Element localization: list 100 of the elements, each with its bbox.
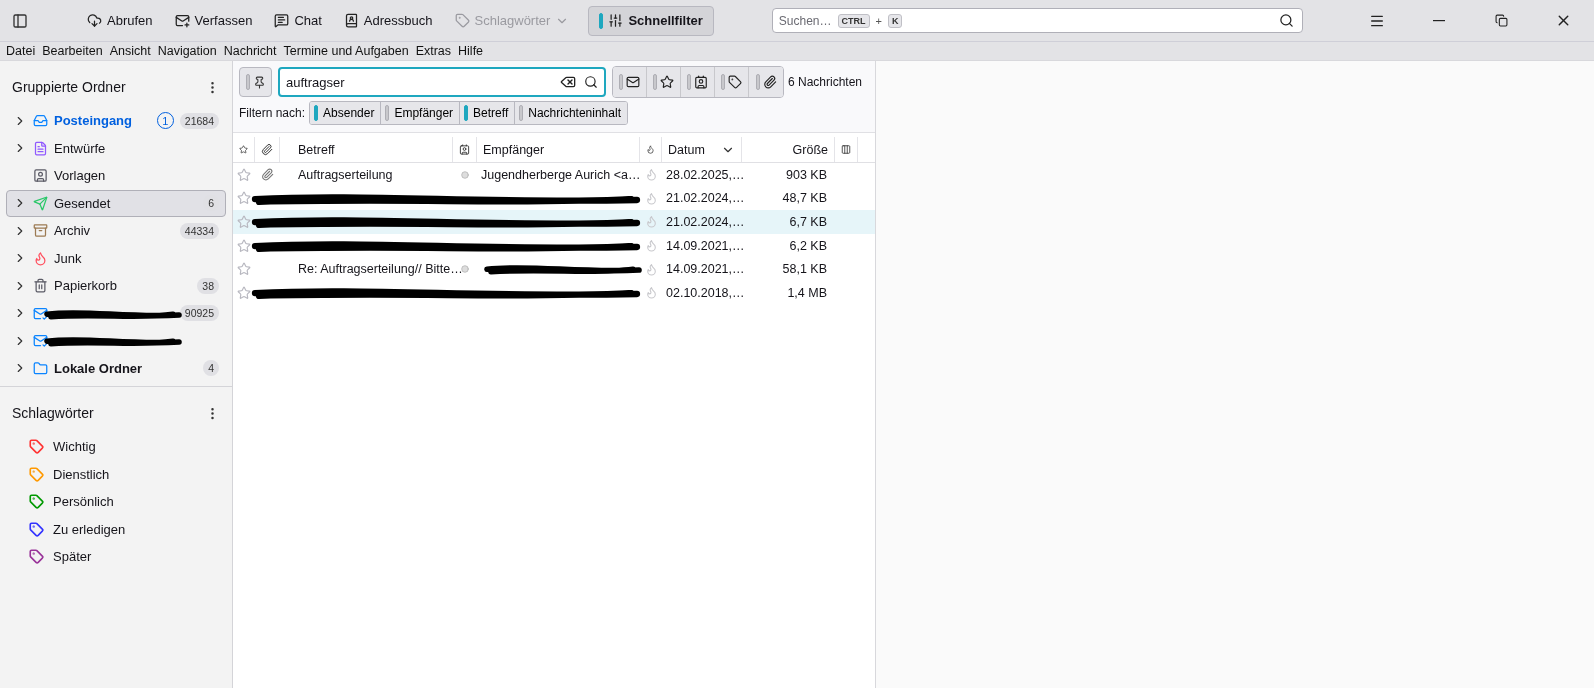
tag-name: Später <box>53 549 92 565</box>
column-header[interactable]: Datum <box>668 142 705 157</box>
sliders-icon <box>608 13 624 28</box>
read-dot-icon[interactable] <box>461 170 469 179</box>
filter-option-button[interactable]: Nachrichteninhalt <box>515 102 627 124</box>
folder-item[interactable]: Junk <box>6 244 226 272</box>
table-cell: 21.02.2024,… <box>666 191 745 206</box>
menu-item[interactable]: Datei <box>6 44 36 58</box>
message-count: 21684 <box>179 112 219 129</box>
template-icon <box>33 168 48 184</box>
message-row[interactable]: 21.02.2024,… 48,7 KB <box>233 186 875 211</box>
read-dot-icon[interactable] <box>461 265 469 274</box>
table-cell: 48,7 KB <box>782 191 827 206</box>
message-row[interactable]: 14.09.2021,… 6,2 KB <box>233 233 875 258</box>
paperclip-icon <box>762 75 777 89</box>
filter-option-button[interactable]: Betreff <box>460 102 516 124</box>
tag-item[interactable]: Wichtig <box>0 433 232 461</box>
filter-toggle-button[interactable] <box>749 67 783 97</box>
star-icon[interactable] <box>237 285 251 300</box>
message-row[interactable]: Re: Auftragserteilung// Bitte… 14.09.2021,… 58,1 KB <box>233 257 875 281</box>
mail-account-icon <box>33 305 48 321</box>
column-header[interactable]: Größe <box>792 142 828 157</box>
table-cell: Re: Auftragserteilung// Bitte… <box>298 262 463 277</box>
star-icon[interactable] <box>237 215 251 229</box>
table-cell: 21.02.2024,… <box>666 215 745 229</box>
search-field[interactable]: Suchen… CTRL + K <box>771 8 1303 33</box>
star-icon <box>660 75 674 89</box>
toolbar-button[interactable]: Schnellfilter <box>588 5 714 36</box>
menu-item[interactable]: Ansicht <box>109 44 151 58</box>
message-row[interactable]: 21.02.2024,… 6,7 KB <box>233 210 875 234</box>
table-cell: 28.02.2025,… <box>666 167 745 182</box>
pin-button[interactable] <box>239 67 272 97</box>
table-cell: 14.09.2021,… <box>666 262 745 277</box>
message-row[interactable]: Auftragserteilung Jugendherberge Aurich <a… 28.02.2025,… 903 KB <box>233 163 875 187</box>
filter-option-button[interactable]: Absender <box>310 102 382 124</box>
folder-name: Posteingang <box>54 113 133 129</box>
search-icon <box>1278 13 1294 28</box>
paperclip-icon[interactable] <box>261 143 273 156</box>
toolbar-button[interactable]: Chat <box>263 5 333 36</box>
folder-item[interactable]: Posteingang 1 21684 <box>6 107 226 135</box>
star-icon[interactable] <box>239 143 248 156</box>
star-icon[interactable] <box>237 238 251 253</box>
quick-filter-input[interactable]: auftragser <box>286 74 552 90</box>
folder-name: Archiv <box>54 223 92 239</box>
tag-item[interactable]: Zu erledigen <box>0 515 232 543</box>
pin-icon <box>252 75 266 89</box>
archive-box-icon <box>33 223 48 239</box>
tag-item[interactable]: Später <box>0 543 232 571</box>
toggle-indicator <box>619 74 623 90</box>
message-count: 6 Nachrichten <box>788 75 863 89</box>
tag-name: Dienstlich <box>53 466 110 482</box>
message-row[interactable]: 02.10.2018,… 1,4 MB <box>233 280 875 305</box>
clear-icon[interactable] <box>560 74 576 90</box>
filter-toggle-button[interactable] <box>613 67 647 97</box>
folder-item[interactable]: Papierkorb 38 <box>6 272 226 300</box>
star-icon[interactable] <box>237 167 251 182</box>
pane-title: Schlagwörter <box>12 405 94 421</box>
folder-item[interactable]: Vorlagen <box>6 162 226 190</box>
tag-icon <box>454 13 470 28</box>
menu-item[interactable]: Extras <box>415 44 452 58</box>
inbox-icon <box>33 113 48 129</box>
toolbar-button[interactable]: Abrufen <box>76 5 164 36</box>
address-book-icon <box>343 13 359 28</box>
toolbar-button[interactable]: Verfassen <box>163 5 264 36</box>
tag-item[interactable]: Persönlich <box>0 488 232 516</box>
column-header[interactable]: Empfänger <box>483 142 545 157</box>
column-picker-icon[interactable] <box>841 143 851 156</box>
filter-option-button[interactable]: Empfänger <box>381 102 461 124</box>
star-icon[interactable] <box>237 191 251 206</box>
menu-item[interactable]: Navigation <box>157 44 217 58</box>
restore-icon <box>1494 14 1508 27</box>
filter-toggle-button[interactable] <box>647 67 681 97</box>
folder-item[interactable]: Gesendet 6 <box>6 189 226 217</box>
folder-pane-icon[interactable] <box>12 12 28 29</box>
folder-item[interactable]: Lokale Ordner 4 <box>6 354 226 382</box>
menu-item[interactable]: Bearbeiten <box>42 44 103 58</box>
folder-item[interactable]: 90925 <box>6 299 226 327</box>
quick-filter-box[interactable]: auftragser <box>278 67 606 97</box>
menu-item[interactable]: Termine und Aufgaben <box>283 44 409 58</box>
toolbar-button[interactable]: Adressbuch <box>332 5 444 36</box>
star-icon[interactable] <box>237 262 251 277</box>
flame-icon[interactable] <box>646 143 655 156</box>
mail-account-icon <box>33 333 48 349</box>
message-count: 38 <box>197 277 219 294</box>
tag-name: Wichtig <box>53 439 96 455</box>
filter-toggle-button[interactable] <box>715 67 749 97</box>
folder-name: Lokale Ordner <box>54 360 144 376</box>
filter-label: Filtern nach: <box>239 106 306 120</box>
menu-item[interactable]: Hilfe <box>458 44 484 58</box>
folder-item[interactable]: Archiv 44334 <box>6 217 226 245</box>
column-header[interactable]: Betreff <box>298 142 335 157</box>
table-cell: 14.09.2021,… <box>666 238 745 253</box>
contact-card-icon <box>694 75 708 89</box>
toggle-indicator <box>687 74 691 90</box>
folder-name: Papierkorb <box>54 278 118 294</box>
filter-toggle-button[interactable] <box>681 67 715 97</box>
tag-item[interactable]: Dienstlich <box>0 460 232 488</box>
contact-card-icon[interactable] <box>459 143 470 156</box>
folder-item[interactable]: Entwürfe <box>6 134 226 162</box>
menu-item[interactable]: Nachricht <box>223 44 277 58</box>
